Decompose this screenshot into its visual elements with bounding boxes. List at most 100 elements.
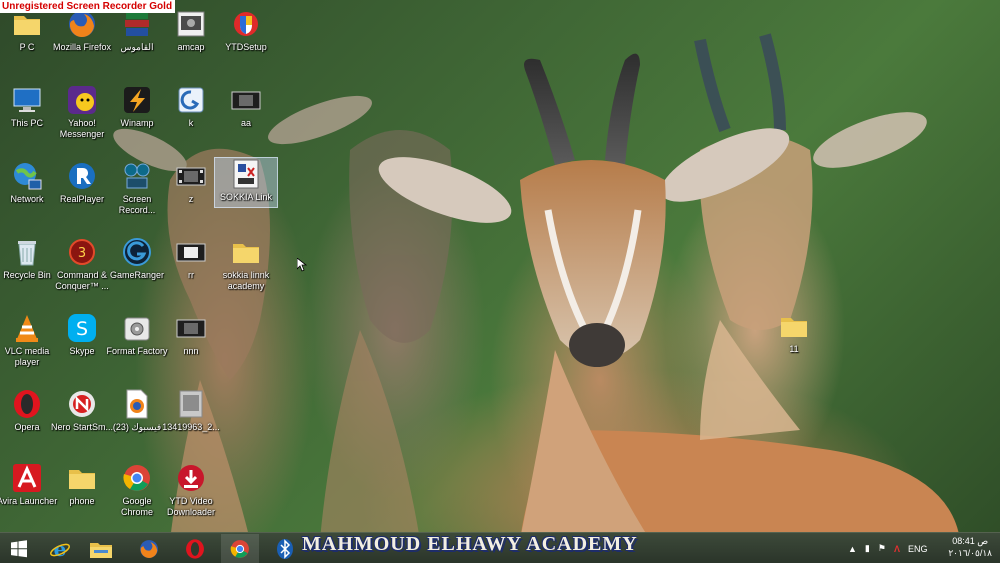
desktop-icon-skype[interactable]: S Skype	[51, 312, 113, 357]
realplayer-icon	[69, 163, 95, 189]
desktop-icon-command-conquer[interactable]: 3 Command & Conquer™ ...	[51, 236, 113, 292]
svg-text:e: e	[54, 538, 67, 560]
desktop-icon-label: Screen Record...	[118, 194, 156, 215]
desktop-icon-label: sokkia linnk academy	[222, 270, 270, 291]
desktop-icon-amcap[interactable]: amcap	[160, 8, 222, 53]
desktop-icon-11[interactable]: 11	[763, 310, 825, 355]
video-file-icon	[176, 243, 206, 262]
recycle-bin-icon	[18, 241, 36, 266]
desktop-icon-firefox[interactable]: Mozilla Firefox	[51, 8, 113, 53]
desktop-icon-label: phone	[69, 496, 95, 506]
desktop-icon-label: This PC	[10, 118, 43, 128]
desktop-icon-label: Recycle Bin	[3, 270, 51, 280]
desktop-icon-recycle-bin[interactable]: Recycle Bin	[0, 236, 58, 281]
desktop-icon-ytdsetup[interactable]: YTDSetup	[215, 8, 277, 53]
desktop-icon-sokkia-academy-folder[interactable]: sokkia linnk academy	[215, 236, 277, 292]
format-factory-icon	[124, 317, 150, 341]
desktop-icon-this-pc[interactable]: This PC	[0, 84, 58, 129]
avira-tray-icon[interactable]: Λ	[894, 544, 900, 554]
show-hidden-icons-icon[interactable]: ▲	[848, 544, 857, 554]
desktop-icon-label: SOKKIA Link	[219, 192, 273, 202]
desktop-icon-pc[interactable]: P C	[0, 8, 58, 53]
taskbar-internet-explorer[interactable]: e	[41, 534, 79, 563]
desktop-icon-opera[interactable]: Opera	[0, 388, 58, 433]
desktop-icon-label: GameRanger	[109, 270, 165, 280]
clock-date: ٢٠١٦/٠٥/١٨	[948, 548, 992, 558]
chrome-icon	[123, 465, 150, 491]
desktop-icon-label: Mozilla Firefox	[52, 42, 111, 52]
start-button[interactable]	[0, 534, 38, 563]
desktop-icon-format-factory[interactable]: Format Factory	[106, 312, 168, 357]
taskbar-bluetooth[interactable]	[266, 534, 304, 563]
mouse-cursor-icon	[297, 258, 307, 272]
desktop-icon-winamp[interactable]: Winamp	[106, 84, 168, 129]
firefox-document-icon	[126, 389, 148, 419]
desktop-icon-screen-recorder[interactable]: Screen Record...	[106, 160, 168, 216]
desktop-icon-label: Format Factory	[106, 346, 168, 356]
desktop-icon-z[interactable]: z	[160, 160, 222, 205]
gameranger-icon	[123, 238, 151, 266]
k-app-icon	[178, 87, 204, 113]
desktop-icon-label: Skype	[69, 346, 95, 356]
language-indicator[interactable]: ENG	[908, 544, 928, 554]
desktop-icon-label: P C	[19, 42, 35, 52]
internet-explorer-icon: e	[50, 538, 70, 560]
desktop-icon-google-chrome[interactable]: Google Chrome	[106, 462, 168, 518]
desktop-icon-dictionary[interactable]: القاموس	[106, 8, 168, 53]
desktop-icon-ytd-downloader[interactable]: YTD Video Downloader	[160, 462, 222, 518]
desktop-icon-label: Yahoo! Messenger	[59, 118, 105, 139]
taskbar-file-explorer[interactable]	[82, 534, 120, 563]
screen-recorder-icon	[124, 163, 150, 189]
desktop-icon-label: فيسبوك (23)	[112, 422, 162, 432]
desktop-icon-label: rr	[188, 270, 194, 280]
amcap-icon	[177, 11, 205, 37]
desktop-icon-label: القاموس	[120, 42, 154, 52]
taskbar-opera[interactable]	[176, 534, 214, 563]
desktop-icon-facebook-doc[interactable]: فيسبوك (23)	[106, 388, 168, 433]
desktop[interactable]: Unregistered Screen Recorder Gold P C Th…	[0, 0, 1000, 563]
desktop-icon-label: Opera	[14, 422, 40, 432]
desktop-icon-gameranger[interactable]: GameRanger	[106, 236, 168, 281]
desktop-icon-yahoo-messenger[interactable]: Yahoo! Messenger	[51, 84, 113, 140]
desktop-icon-nnn[interactable]: nnn	[160, 312, 222, 357]
desktop-icon-k[interactable]: k	[160, 84, 222, 129]
image-file-icon	[179, 390, 203, 418]
desktop-icon-label: Google Chrome	[120, 496, 153, 517]
svg-text:3: 3	[78, 246, 86, 261]
folder-icon	[233, 244, 259, 263]
clock-time: 08:41 ص	[952, 536, 989, 546]
desktop-icon-label: k	[188, 118, 194, 128]
device-tray-icon[interactable]: ▮	[865, 543, 870, 554]
winamp-icon	[124, 87, 150, 113]
desktop-icon-sokkia-link[interactable]: SOKKIA Link	[214, 157, 278, 208]
network-icon	[14, 163, 42, 190]
file-explorer-icon	[90, 542, 112, 558]
taskbar-chrome[interactable]	[221, 534, 259, 563]
taskbar-firefox[interactable]	[130, 534, 168, 563]
desktop-icon-label: Command & Conquer™ ...	[55, 270, 109, 291]
desktop-icon-avira[interactable]: Avira Launcher	[0, 462, 58, 507]
desktop-icon-label: Network	[10, 194, 44, 204]
desktop-icon-label: aa	[240, 118, 251, 128]
command-conquer-icon: 3	[69, 239, 95, 265]
bluetooth-icon	[277, 538, 293, 559]
desktop-icon-label: Avira Launcher	[0, 496, 58, 506]
desktop-icon-label: amcap	[177, 42, 205, 52]
desktop-icon-rr[interactable]: rr	[160, 236, 222, 281]
desktop-icon-phone[interactable]: phone	[51, 462, 113, 507]
desktop-icon-network[interactable]: Network	[0, 160, 58, 205]
desktop-icon-nero[interactable]: Nero StartSm...	[51, 388, 113, 433]
desktop-icon-image-file[interactable]: 13419963_2...	[160, 388, 222, 433]
avira-icon	[13, 464, 41, 492]
taskbar-clock[interactable]: 08:41 ص ٢٠١٦/٠٥/١٨	[948, 535, 992, 559]
desktop-icon-vlc[interactable]: VLC media player	[0, 312, 58, 368]
screen-recorder-watermark: Unregistered Screen Recorder Gold	[0, 0, 176, 13]
action-center-flag-icon[interactable]: ⚑	[878, 543, 886, 554]
academy-overlay-text: MAHMOUD ELHAWY ACADEMY	[302, 533, 638, 555]
desktop-icon-label: 13419963_2...	[162, 422, 220, 432]
desktop-icon-realplayer[interactable]: RealPlayer	[51, 160, 113, 205]
desktop-icon-aa[interactable]: aa	[215, 84, 277, 129]
opera-icon	[14, 390, 40, 418]
video-file-icon	[176, 167, 206, 186]
ytd-setup-shield-icon	[234, 12, 258, 36]
